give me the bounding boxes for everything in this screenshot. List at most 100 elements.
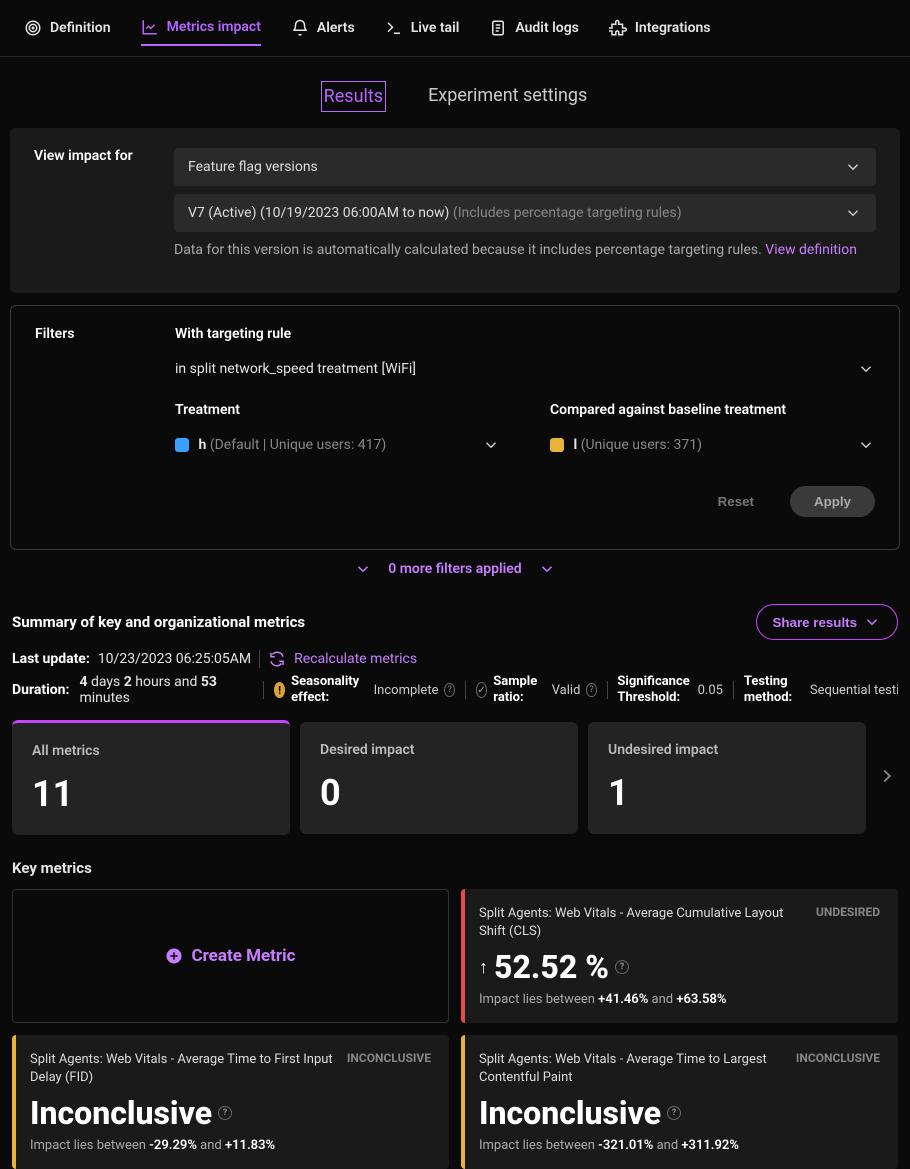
sig-threshold-value: 0.05 bbox=[698, 683, 723, 698]
testing-method-value: Sequential testing bbox=[810, 683, 898, 698]
targeting-rule-dropdown[interactable]: in split network_speed treatment [WiFi] bbox=[175, 352, 875, 386]
undesired-impact-card[interactable]: Undesired impact 1 bbox=[588, 722, 866, 834]
tab-results[interactable]: Results bbox=[321, 81, 386, 112]
sig-threshold-stat: Significance Threshold: 0.05 bbox=[617, 674, 723, 705]
all-metrics-count: 11 bbox=[32, 773, 270, 815]
top-nav: Definition Metrics impact Alerts Live ta… bbox=[0, 0, 910, 57]
chart-line-icon bbox=[141, 18, 159, 36]
filters-panel: Filters With targeting rule in split net… bbox=[10, 305, 900, 550]
last-update-label: Last update: bbox=[12, 651, 90, 667]
seasonality-stat: ! Seasonality effect: Incomplete ? bbox=[274, 674, 455, 705]
share-results-label: Share results bbox=[773, 615, 857, 630]
warning-icon: ! bbox=[274, 682, 285, 698]
refresh-icon bbox=[268, 650, 286, 668]
metric-name: Split Agents: Web Vitals - Average Cumul… bbox=[479, 905, 804, 940]
terminal-icon bbox=[385, 19, 403, 37]
metric-value: Inconclusive ? bbox=[30, 1094, 431, 1132]
desired-impact-count: 0 bbox=[320, 772, 558, 814]
chevron-down-icon bbox=[863, 613, 881, 631]
impact-selector-dropdown[interactable]: Feature flag versions bbox=[174, 148, 876, 186]
more-filters-text: 0 more filters applied bbox=[388, 561, 521, 577]
metric-range: Impact lies between -29.29% and +11.83% bbox=[30, 1138, 431, 1153]
targeting-rule-label: With targeting rule bbox=[175, 326, 875, 342]
help-icon[interactable]: ? bbox=[615, 960, 629, 974]
divider bbox=[733, 681, 734, 699]
nav-integrations[interactable]: Integrations bbox=[609, 10, 711, 46]
key-metrics-title: Key metrics bbox=[0, 859, 910, 877]
metric-value-text: Inconclusive bbox=[30, 1094, 212, 1132]
chevron-down-icon bbox=[857, 360, 875, 378]
help-icon[interactable]: ? bbox=[444, 683, 454, 697]
nav-metrics-impact-label: Metrics impact bbox=[167, 19, 261, 35]
baseline-key: l bbox=[573, 437, 577, 453]
metric-card-cls[interactable]: Split Agents: Web Vitals - Average Cumul… bbox=[461, 889, 898, 1023]
metric-name: Split Agents: Web Vitals - Average Time … bbox=[479, 1051, 784, 1086]
baseline-detail: (Unique users: 371) bbox=[581, 437, 702, 453]
nav-definition[interactable]: Definition bbox=[24, 10, 111, 46]
help-icon[interactable]: ? bbox=[667, 1106, 681, 1120]
version-selector-dropdown[interactable]: V7 (Active) (10/19/2023 06:00AM to now) … bbox=[174, 194, 876, 232]
recalculate-link[interactable]: Recalculate metrics bbox=[294, 651, 417, 667]
nav-integrations-label: Integrations bbox=[635, 20, 711, 36]
version-selector-value: V7 (Active) (10/19/2023 06:00AM to now) … bbox=[188, 205, 682, 221]
testing-method-stat: Testing method: Sequential testing bbox=[744, 674, 898, 705]
metric-name: Split Agents: Web Vitals - Average Time … bbox=[30, 1051, 335, 1086]
nav-alerts[interactable]: Alerts bbox=[291, 10, 355, 46]
all-metrics-title: All metrics bbox=[32, 743, 270, 759]
check-icon: ✓ bbox=[476, 682, 487, 698]
nav-audit-logs[interactable]: Audit logs bbox=[489, 10, 579, 46]
help-icon[interactable]: ? bbox=[586, 683, 596, 697]
sample-ratio-stat: ✓ Sample ratio: Valid ? bbox=[476, 674, 597, 705]
sig-threshold-label: Significance Threshold: bbox=[617, 674, 691, 705]
impact-selector-value: Feature flag versions bbox=[188, 159, 318, 175]
metric-card-fid[interactable]: Split Agents: Web Vitals - Average Time … bbox=[12, 1035, 449, 1169]
metric-value: ↑ 52.52 % ? bbox=[479, 948, 880, 986]
more-filters-toggle[interactable]: 0 more filters applied bbox=[0, 550, 910, 588]
share-results-button[interactable]: Share results bbox=[756, 604, 898, 640]
duration-label: Duration: bbox=[12, 682, 69, 698]
sample-ratio-value: Valid bbox=[552, 683, 581, 698]
baseline-dropdown[interactable]: l (Unique users: 371) bbox=[550, 428, 875, 462]
view-impact-panel: View impact for Feature flag versions V7… bbox=[10, 128, 900, 293]
sample-ratio-label: Sample ratio: bbox=[493, 674, 545, 705]
undesired-impact-title: Undesired impact bbox=[608, 742, 846, 758]
help-icon[interactable]: ? bbox=[218, 1106, 232, 1120]
nav-live-tail[interactable]: Live tail bbox=[385, 10, 460, 46]
create-metric-button[interactable]: Create Metric bbox=[12, 889, 449, 1023]
apply-button[interactable]: Apply bbox=[790, 486, 875, 517]
plus-circle-icon bbox=[165, 947, 183, 965]
puzzle-icon bbox=[609, 19, 627, 37]
chevron-down-icon bbox=[844, 158, 862, 176]
all-metrics-card[interactable]: All metrics 11 bbox=[12, 720, 290, 835]
metric-badge: UNDESIRED bbox=[816, 905, 880, 940]
version-info-prefix: Data for this version is automatically c… bbox=[174, 242, 765, 258]
chevron-down-icon bbox=[857, 436, 875, 454]
treatment-dropdown[interactable]: h (Default | Unique users: 417) bbox=[175, 428, 500, 462]
scroll-right-button[interactable] bbox=[876, 765, 898, 791]
baseline-swatch bbox=[550, 438, 564, 452]
divider bbox=[465, 681, 466, 699]
metric-badge: INCONCLUSIVE bbox=[347, 1051, 431, 1086]
treatment-key: h bbox=[198, 437, 206, 453]
nav-metrics-impact[interactable]: Metrics impact bbox=[141, 10, 261, 46]
arrow-up-icon: ↑ bbox=[479, 957, 488, 978]
divider bbox=[263, 681, 264, 699]
metric-range: Impact lies between -321.01% and +311.92… bbox=[479, 1138, 880, 1153]
metric-value: Inconclusive ? bbox=[479, 1094, 880, 1132]
view-definition-link[interactable]: View definition bbox=[765, 242, 857, 258]
nav-live-tail-label: Live tail bbox=[411, 20, 460, 36]
filters-label: Filters bbox=[35, 326, 175, 342]
metric-value-text: Inconclusive bbox=[479, 1094, 661, 1132]
desired-impact-card[interactable]: Desired impact 0 bbox=[300, 722, 578, 834]
reset-button[interactable]: Reset bbox=[694, 486, 778, 517]
metric-badge: INCONCLUSIVE bbox=[796, 1051, 880, 1086]
seasonality-label: Seasonality effect: bbox=[291, 674, 367, 705]
metric-value-text: 52.52 % bbox=[494, 948, 609, 986]
treatment-value: h (Default | Unique users: 417) bbox=[175, 437, 386, 453]
targeting-rule-value: in split network_speed treatment [WiFi] bbox=[175, 361, 416, 377]
sub-tabs: Results Experiment settings bbox=[0, 57, 910, 128]
treatment-swatch bbox=[175, 438, 189, 452]
metric-card-lcp[interactable]: Split Agents: Web Vitals - Average Time … bbox=[461, 1035, 898, 1169]
tab-experiment-settings[interactable]: Experiment settings bbox=[426, 81, 589, 112]
nav-alerts-label: Alerts bbox=[317, 20, 355, 36]
